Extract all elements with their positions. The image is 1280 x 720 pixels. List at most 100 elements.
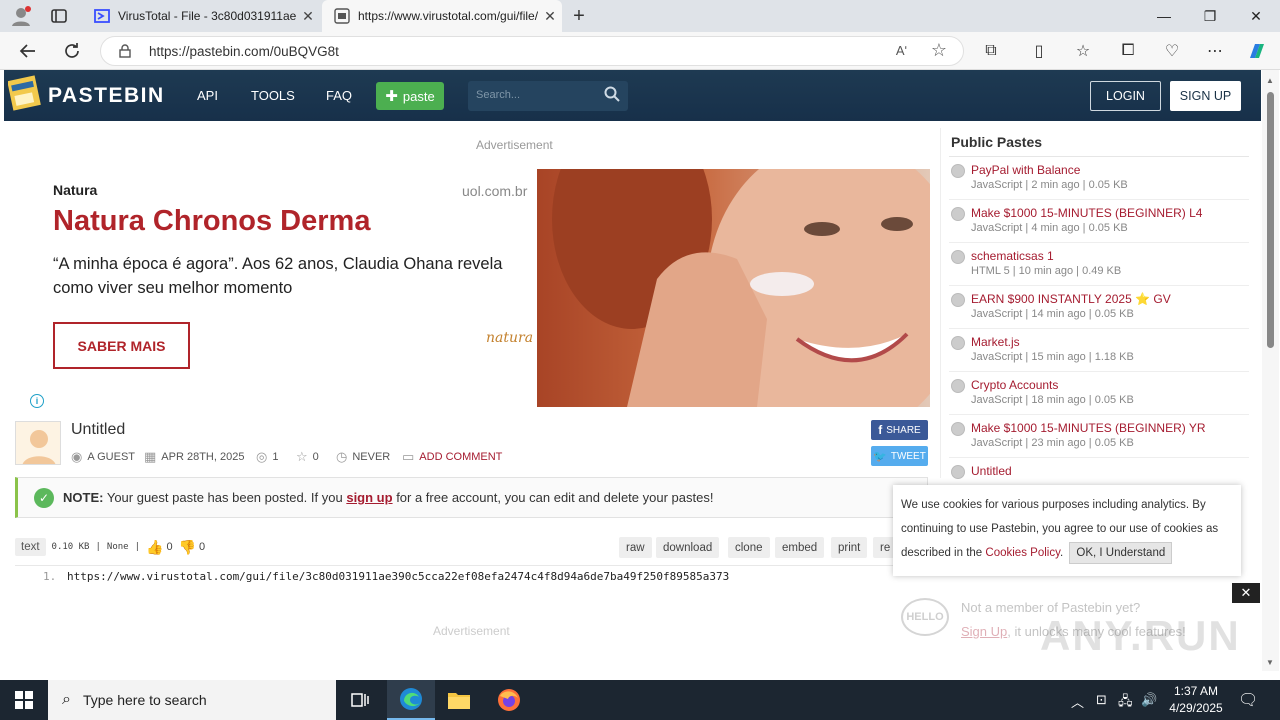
split-screen-icon[interactable]: ▯: [1026, 38, 1052, 64]
public-paste-item[interactable]: schematicsas 1 HTML 5 | 10 min ago | 0.49…: [949, 243, 1249, 286]
twitter-tweet-button[interactable]: 🐦 TWEET: [871, 446, 928, 466]
new-tab-button[interactable]: +: [566, 4, 592, 28]
ad-cta-button[interactable]: SABER MAIS: [53, 322, 190, 369]
paste-name[interactable]: schematicsas 1: [971, 249, 1054, 263]
add-comment-link[interactable]: ▭ ADD COMMENT: [402, 449, 502, 465]
collections-icon[interactable]: ⧠: [1115, 38, 1141, 64]
add-comment-label[interactable]: ADD COMMENT: [419, 451, 502, 463]
paste-name[interactable]: EARN $900 INSTANTLY 2025 ⭐ GV: [971, 292, 1171, 306]
refresh-icon[interactable]: [59, 38, 85, 64]
clone-button[interactable]: clone: [728, 537, 770, 558]
report-button[interactable]: re: [873, 537, 895, 558]
guest-notice: ✓ NOTE: Your guest paste has been posted…: [15, 477, 928, 518]
ad-brand[interactable]: Natura: [53, 182, 97, 198]
nav-api[interactable]: API: [197, 88, 218, 103]
restore-button[interactable]: ❐: [1187, 0, 1233, 32]
search-icon[interactable]: [604, 86, 620, 107]
dislike-button[interactable]: 👎 0: [179, 539, 206, 556]
search-input[interactable]: Search...: [468, 81, 628, 111]
task-view-icon[interactable]: [336, 680, 384, 720]
favorite-star-icon[interactable]: ☆: [931, 40, 947, 61]
more-menu-icon[interactable]: ⋯: [1202, 38, 1228, 64]
ad-image[interactable]: [537, 169, 930, 407]
signup-button[interactable]: SIGN UP: [1170, 81, 1241, 111]
tray-chevron-icon[interactable]: ︿: [1071, 692, 1084, 711]
tab-actions-icon[interactable]: [50, 7, 68, 25]
copilot-icon[interactable]: [1244, 38, 1270, 64]
paste-name[interactable]: Untitled: [971, 464, 1012, 478]
public-paste-item[interactable]: Make $1000 15-MINUTES (BEGINNER) YR JavaS…: [949, 415, 1249, 458]
scroll-thumb[interactable]: [1267, 92, 1274, 348]
thumbs-down-icon: 👎: [178, 538, 197, 555]
syntax-badge[interactable]: text: [15, 538, 46, 556]
promo-close-button[interactable]: ✕: [1232, 583, 1260, 603]
performance-icon[interactable]: ♡: [1159, 38, 1185, 64]
public-paste-item[interactable]: Market.js JavaScript | 15 min ago | 1.18 …: [949, 329, 1249, 372]
lock-icon[interactable]: [119, 44, 131, 61]
url-field[interactable]: https://pastebin.com/0uBQVG8t Aʹ ☆: [100, 36, 964, 66]
ad-domain[interactable]: uol.com.br: [462, 183, 527, 199]
download-button[interactable]: download: [656, 537, 720, 558]
like-button[interactable]: 👍 0: [146, 539, 173, 556]
comment-icon: ▭: [402, 449, 415, 464]
site-header: PASTEBIN API TOOLS FAQ ✚ paste Search...…: [4, 70, 1261, 121]
extensions-icon[interactable]: ⧉: [978, 38, 1004, 64]
public-paste-item[interactable]: PayPal with Balance JavaScript | 2 min ag…: [949, 157, 1249, 200]
nav-faq[interactable]: FAQ: [326, 88, 352, 103]
scroll-up-icon[interactable]: ▲: [1266, 76, 1274, 85]
star-icon[interactable]: ☆: [296, 449, 308, 465]
taskbar-search-input[interactable]: ⌕ Type here to search: [48, 680, 336, 720]
taskbar-clock[interactable]: 1:37 AM 4/29/2025: [1160, 683, 1232, 717]
paste-name[interactable]: Market.js: [971, 335, 1020, 349]
notifications-icon[interactable]: 🗨: [1238, 690, 1258, 710]
ad-brand-logo[interactable]: natura: [486, 330, 533, 346]
paste-name[interactable]: PayPal with Balance: [971, 163, 1080, 177]
network-icon[interactable]: 🖧: [1118, 692, 1133, 714]
scroll-down-icon[interactable]: ▼: [1266, 658, 1274, 667]
new-paste-button[interactable]: ✚ paste: [376, 82, 444, 110]
page-scrollbar[interactable]: ▲ ▼: [1262, 70, 1279, 671]
ad-body[interactable]: “A minha época é agora”. Aos 62 anos, Cl…: [53, 252, 513, 300]
tab-virustotal[interactable]: VirusTotal - File - 3c80d031911ae390c5cc…: [84, 0, 320, 32]
code-line[interactable]: https://www.virustotal.com/gui/file/3c80…: [67, 570, 729, 583]
minimize-button[interactable]: —: [1141, 0, 1187, 32]
windows-taskbar: ⌕ Type here to search ︿ ⊡ 🖧 🔊 1:37 AM 4/…: [0, 680, 1280, 720]
line-number: 1.: [43, 570, 57, 583]
pastebin-logo-icon[interactable]: [7, 74, 42, 112]
start-button[interactable]: [0, 680, 48, 720]
cookies-policy-link[interactable]: Cookies Policy: [985, 547, 1060, 559]
favorites-icon[interactable]: ☆: [1070, 38, 1096, 64]
cookie-accept-button[interactable]: OK, I Understand: [1069, 542, 1173, 564]
login-button[interactable]: LOGIN: [1090, 81, 1161, 111]
nav-tools[interactable]: TOOLS: [251, 88, 295, 103]
url-text[interactable]: https://pastebin.com/0uBQVG8t: [149, 44, 339, 59]
public-paste-item[interactable]: Make $1000 15-MINUTES (BEGINNER) L4 JavaS…: [949, 200, 1249, 243]
ad-info-icon[interactable]: i: [30, 394, 44, 408]
promo-signup-link[interactable]: Sign Up: [961, 624, 1007, 639]
volume-icon[interactable]: 🔊: [1141, 692, 1157, 708]
read-aloud-icon[interactable]: Aʹ: [896, 43, 907, 58]
file-explorer-icon[interactable]: [435, 680, 483, 720]
edge-taskbar-icon[interactable]: [387, 680, 435, 720]
paste-name[interactable]: Crypto Accounts: [971, 378, 1058, 392]
profile-icon[interactable]: [10, 5, 32, 27]
facebook-share-button[interactable]: f SHARE: [871, 420, 928, 440]
print-button[interactable]: print: [831, 537, 868, 558]
site-brand[interactable]: PASTEBIN: [48, 84, 165, 108]
embed-button[interactable]: embed: [775, 537, 825, 558]
close-window-button[interactable]: ✕: [1233, 0, 1279, 32]
paste-name[interactable]: Make $1000 15-MINUTES (BEGINNER) YR: [971, 421, 1206, 435]
public-paste-item[interactable]: Crypto Accounts JavaScript | 18 min ago |…: [949, 372, 1249, 415]
tab-close-icon[interactable]: ✕: [538, 8, 562, 25]
code-block[interactable]: 1. https://www.virustotal.com/gui/file/3…: [15, 565, 895, 585]
raw-button[interactable]: raw: [619, 537, 652, 558]
tab-close-icon[interactable]: ✕: [296, 8, 320, 25]
back-icon[interactable]: [15, 38, 41, 64]
firefox-icon[interactable]: [485, 680, 533, 720]
tray-device-icon[interactable]: ⊡: [1096, 692, 1107, 708]
public-paste-item[interactable]: EARN $900 INSTANTLY 2025 ⭐ GV JavaScript …: [949, 286, 1249, 329]
ad-title[interactable]: Natura Chronos Derma: [53, 205, 370, 238]
tab-pastebin[interactable]: https://www.virustotal.com/gui/file/3c80…: [322, 0, 562, 32]
notice-signup-link[interactable]: sign up: [346, 490, 392, 505]
paste-name[interactable]: Make $1000 15-MINUTES (BEGINNER) L4: [971, 206, 1202, 220]
